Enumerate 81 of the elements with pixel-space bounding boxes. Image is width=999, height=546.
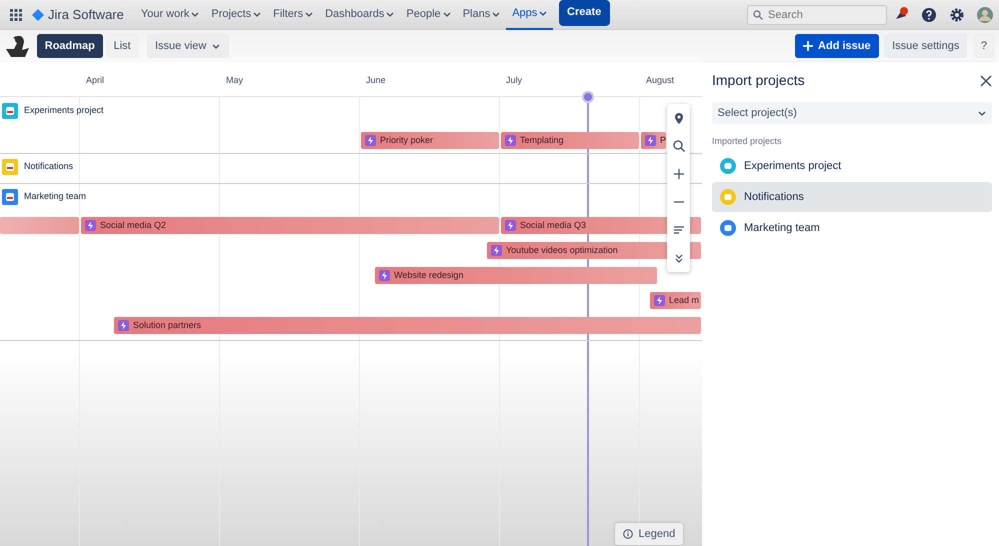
chevron-down-icon bbox=[978, 110, 986, 116]
epic-bar[interactable]: Social media Q2 bbox=[81, 217, 499, 234]
today-dot bbox=[582, 91, 594, 103]
view-tab[interactable]: Roadmap bbox=[36, 34, 103, 58]
epic-bar[interactable]: Website redesign bbox=[375, 267, 657, 284]
month-label: April bbox=[86, 74, 104, 87]
app-grid-icon[interactable] bbox=[10, 8, 22, 20]
epic-bar[interactable]: Lead m bbox=[650, 292, 701, 309]
search-icon bbox=[753, 10, 763, 20]
issue-view-dropdown[interactable]: Issue view bbox=[147, 34, 229, 58]
project-name: Notifications bbox=[24, 160, 74, 174]
location-pin-icon[interactable] bbox=[672, 112, 684, 124]
lightning-icon bbox=[505, 220, 516, 231]
add-issue-button[interactable]: Add issue bbox=[794, 34, 879, 58]
swan-logo-icon bbox=[4, 34, 30, 58]
section-label: Imported projects bbox=[712, 135, 783, 148]
lightning-icon bbox=[379, 270, 390, 281]
caret-icon bbox=[492, 11, 500, 18]
month-label: August bbox=[646, 74, 674, 87]
project-list-item[interactable]: Notifications bbox=[712, 182, 992, 212]
search-field[interactable]: Search bbox=[747, 4, 887, 24]
epic-bar[interactable]: Priority poker bbox=[361, 132, 499, 149]
epic-title: Lead m bbox=[669, 294, 700, 307]
epic-title: Social media Q3 bbox=[520, 218, 586, 232]
lightning-icon bbox=[491, 245, 502, 256]
month-label: May bbox=[226, 74, 244, 87]
epic-bar[interactable]: Templating bbox=[501, 132, 639, 149]
logo-icon bbox=[32, 8, 44, 20]
lightning-icon bbox=[365, 135, 376, 146]
double-chevron-icon[interactable] bbox=[672, 252, 684, 264]
epic-title: Website redesign bbox=[394, 268, 464, 282]
view-tab[interactable]: List bbox=[106, 34, 139, 58]
lightning-icon bbox=[85, 220, 96, 231]
month-label: July bbox=[506, 74, 522, 87]
product-name: Jira Software bbox=[48, 6, 124, 24]
lightning-icon bbox=[505, 135, 516, 146]
help-button[interactable]: ? bbox=[972, 34, 995, 58]
caret-icon bbox=[539, 10, 548, 17]
project-name: Experiments project bbox=[24, 104, 104, 118]
epic-bar[interactable]: Solution partners bbox=[114, 317, 701, 334]
epic-title: Priority poker bbox=[380, 134, 434, 147]
settings-icon[interactable] bbox=[949, 6, 965, 22]
avatar-icon[interactable] bbox=[977, 6, 993, 22]
epic-title: P bbox=[660, 134, 666, 147]
chevron-down-icon bbox=[212, 42, 221, 50]
panel-title: Import projects bbox=[712, 71, 805, 90]
caret-icon bbox=[305, 11, 314, 18]
nav-menu[interactable]: Plans bbox=[456, 0, 506, 30]
issue-settings-button[interactable]: Issue settings bbox=[884, 34, 968, 58]
lightning-icon bbox=[645, 135, 656, 146]
lightning-icon bbox=[118, 320, 129, 331]
project-name: Marketing team bbox=[24, 190, 86, 204]
nav-menu[interactable]: Your work bbox=[134, 0, 206, 30]
info-icon bbox=[623, 529, 633, 539]
epic-title: Solution partners bbox=[133, 318, 202, 332]
epic-bar[interactable]: P bbox=[641, 132, 666, 149]
project-list-item[interactable]: Marketing team bbox=[712, 213, 992, 244]
search-icon[interactable] bbox=[672, 140, 684, 152]
month-label: June bbox=[366, 74, 386, 87]
caret-icon bbox=[253, 11, 262, 18]
legend-button[interactable]: Legend bbox=[615, 523, 684, 545]
close-icon[interactable] bbox=[980, 74, 992, 86]
sort-lines-icon[interactable] bbox=[672, 224, 684, 236]
nav-menu[interactable]: Dashboards bbox=[319, 0, 400, 30]
nav-menu[interactable]: Projects bbox=[205, 0, 268, 30]
select-placeholder: Select project(s) bbox=[718, 106, 797, 121]
project-select[interactable]: Select project(s) bbox=[712, 102, 992, 124]
lightning-icon bbox=[654, 295, 665, 306]
caret-icon bbox=[386, 11, 394, 18]
project-list-item[interactable]: Experiments project bbox=[712, 151, 992, 182]
epic-title: Social media Q2 bbox=[100, 218, 166, 232]
caret-icon bbox=[191, 11, 200, 18]
create-button[interactable]: Create bbox=[558, 0, 610, 26]
help-icon[interactable] bbox=[921, 6, 937, 22]
epic-title: Youtube videos optimization bbox=[506, 244, 618, 257]
plus-icon bbox=[802, 41, 813, 51]
caret-icon bbox=[442, 11, 451, 18]
epic-title: Templating bbox=[520, 134, 564, 147]
nav-menu[interactable]: People bbox=[400, 0, 457, 30]
zoom-in-icon[interactable] bbox=[672, 168, 684, 180]
nav-menu[interactable]: Filters bbox=[267, 0, 320, 30]
